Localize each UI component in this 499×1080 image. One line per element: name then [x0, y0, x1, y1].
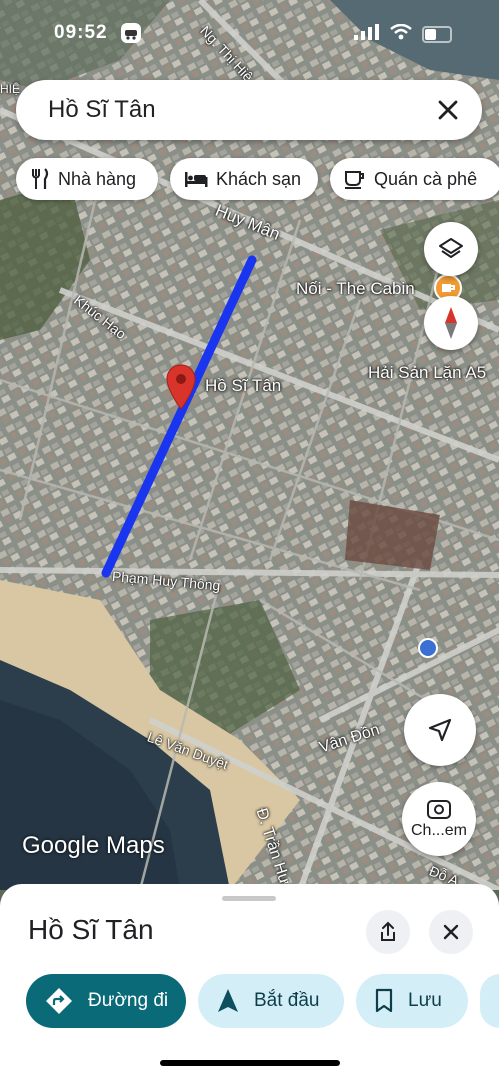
- close-icon: [443, 924, 459, 940]
- chip-label: Nhà hàng: [58, 168, 137, 189]
- navigation-arrow-icon: [428, 718, 452, 742]
- my-location-button[interactable]: [404, 694, 476, 766]
- poi-label[interactable]: Hải Sản Lặn A5: [368, 363, 486, 383]
- navigation-start-icon: [218, 989, 238, 1012]
- layers-button[interactable]: [424, 222, 478, 276]
- home-indicator: [160, 1060, 340, 1066]
- directions-icon: [46, 988, 72, 1014]
- bed-icon: [185, 172, 208, 187]
- chip-label: Khách sạn: [216, 168, 302, 189]
- bookmark-icon: [375, 988, 393, 1013]
- selected-place-label: Hồ Sĩ Tân: [205, 376, 282, 395]
- wifi-icon: [390, 24, 412, 40]
- compass-button[interactable]: [424, 296, 478, 350]
- save-button[interactable]: Lưu: [356, 974, 468, 1028]
- more-actions-button[interactable]: [480, 974, 499, 1028]
- share-icon: [381, 921, 395, 941]
- search-bar[interactable]: Hồ Sĩ Tân: [16, 80, 482, 140]
- search-query[interactable]: Hồ Sĩ Tân: [48, 96, 156, 124]
- chip-cafes[interactable]: Quán cà phê: [330, 158, 499, 200]
- share-button[interactable]: [366, 910, 410, 954]
- chip-restaurants[interactable]: Nhà hàng: [16, 158, 158, 200]
- action-label: Lưu: [408, 990, 442, 1011]
- street-view-button[interactable]: Ch...em: [402, 782, 476, 856]
- fork-knife-icon: [32, 168, 49, 189]
- status-bar: 09:52: [0, 18, 499, 52]
- chip-label: Quán cà phê: [374, 168, 478, 189]
- poi-label[interactable]: Nối - The Cabin: [296, 279, 415, 299]
- compass-icon: [445, 307, 457, 339]
- layers-icon: [439, 238, 463, 258]
- drag-handle[interactable]: [222, 896, 276, 901]
- status-time: 09:52: [54, 22, 108, 43]
- camera-icon: [427, 800, 451, 819]
- street-view-label: Ch...em: [410, 822, 467, 839]
- battery-icon: [422, 26, 452, 43]
- place-title: Hồ Sĩ Tân: [28, 914, 154, 945]
- chip-hotels[interactable]: Khách sạn: [170, 158, 318, 200]
- street-label: HIỆ: [0, 82, 21, 96]
- bus-stop-icon[interactable]: [418, 638, 438, 658]
- directions-button[interactable]: Đường đi: [26, 974, 186, 1028]
- close-icon[interactable]: [434, 96, 462, 124]
- start-button[interactable]: Bắt đầu: [198, 974, 344, 1028]
- close-sheet-button[interactable]: [429, 910, 473, 954]
- cellular-signal-icon: [354, 24, 379, 40]
- coffee-cup-icon: [345, 171, 364, 189]
- place-bottom-sheet[interactable]: Hồ Sĩ Tân Đường đi Bắt đầu Lưu: [0, 884, 499, 1080]
- category-chips: Nhà hàng Khách sạn Quán cà phê: [16, 158, 499, 202]
- action-label: Đường đi: [88, 990, 169, 1011]
- google-maps-logo: Google Maps: [22, 832, 165, 859]
- action-label: Bắt đầu: [254, 990, 320, 1011]
- location-pin-icon[interactable]: [166, 364, 196, 410]
- car-icon: [121, 23, 141, 43]
